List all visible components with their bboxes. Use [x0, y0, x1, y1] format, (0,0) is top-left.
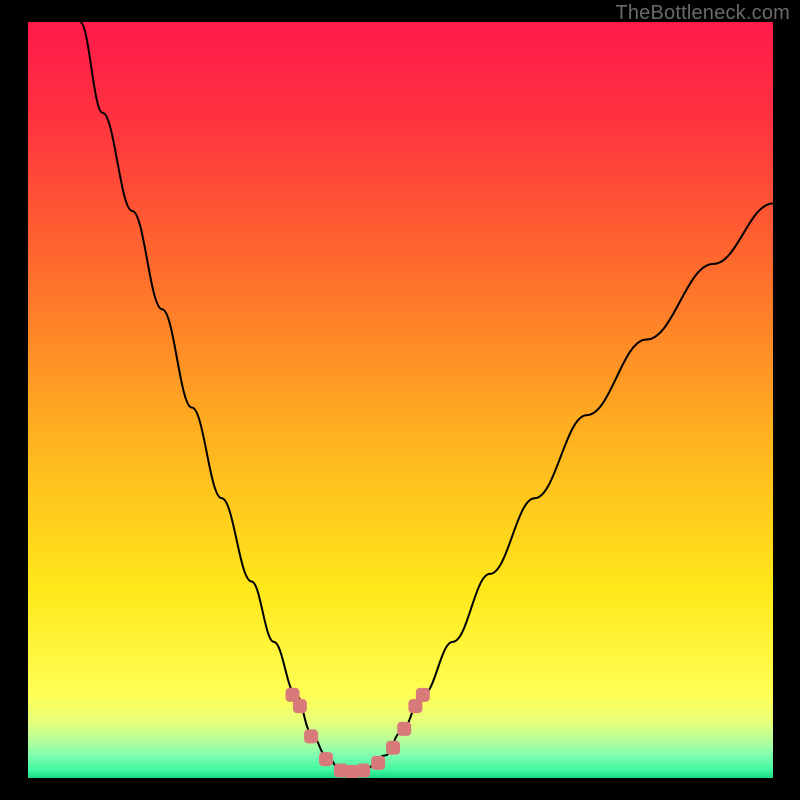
highlight-dot: [304, 729, 318, 743]
highlight-dot: [319, 752, 333, 766]
highlight-dot: [371, 756, 385, 770]
curve-path: [80, 22, 773, 774]
highlight-dot: [416, 688, 430, 702]
plot-area: [28, 22, 773, 778]
bottleneck-curve: [28, 22, 773, 778]
chart-frame: TheBottleneck.com: [0, 0, 800, 800]
highlight-dot: [293, 699, 307, 713]
highlight-dot: [386, 741, 400, 755]
highlight-dots: [285, 688, 429, 778]
highlight-dot: [356, 763, 370, 777]
highlight-dot: [397, 722, 411, 736]
